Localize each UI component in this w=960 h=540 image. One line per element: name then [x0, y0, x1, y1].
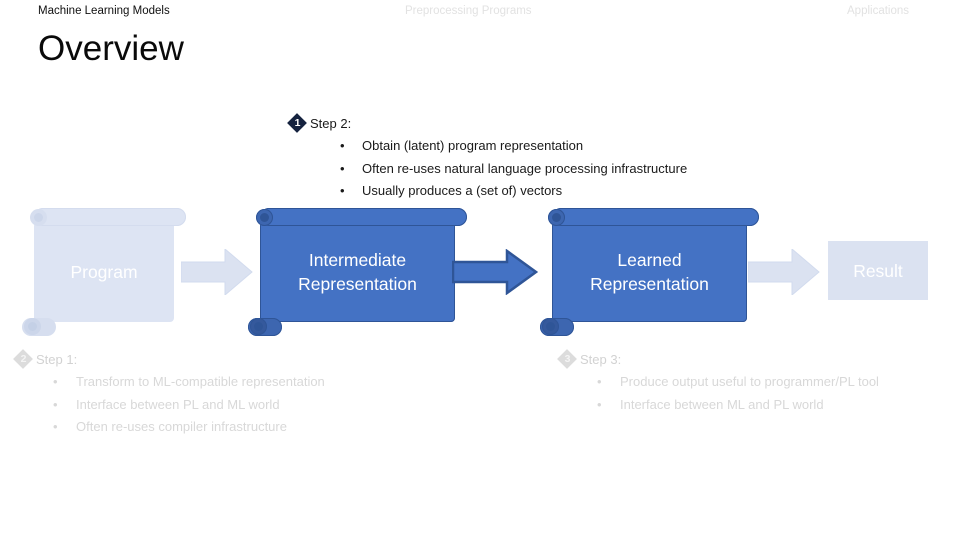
list-item: • Interface between ML and PL world — [580, 394, 879, 417]
scroll-bottom-curl — [24, 318, 41, 335]
pipeline-node-program[interactable]: Program — [22, 208, 186, 336]
scroll-top-curl-inner — [552, 213, 561, 222]
scroll-body — [260, 222, 455, 322]
scroll-top-curl — [548, 209, 565, 226]
list-item: • Often re-uses compiler infrastructure — [36, 416, 325, 439]
scroll-top-curl-inner — [34, 213, 43, 222]
step-1-bullet-text: Interface between PL and ML world — [76, 396, 280, 412]
bullet-icon: • — [597, 374, 602, 389]
pipeline-arrow-2-icon — [452, 249, 538, 295]
bullet-icon: • — [53, 419, 58, 434]
list-item: • Produce output useful to programmer/PL… — [580, 371, 879, 394]
step-3-callout: 3 Step 3: • Produce output useful to pro… — [557, 349, 879, 416]
scroll-bottom-curl-inner — [546, 322, 555, 331]
step-3-badge: 3 — [557, 349, 577, 369]
step-1-title: Step 1: — [36, 352, 78, 367]
step-3-bullet-text: Interface between ML and PL world — [620, 396, 824, 412]
pipeline-diagram: Program Intermediate Representation Lear… — [0, 0, 960, 540]
step-3-bullet-list: • Produce output useful to programmer/PL… — [580, 371, 879, 416]
scroll-top-roll — [34, 208, 186, 226]
step-1-bullet-text: Often re-uses compiler infrastructure — [76, 419, 287, 434]
pipeline-node-result-label: Result — [853, 260, 903, 281]
step-3-badge-number: 3 — [564, 353, 571, 365]
list-item: • Interface between PL and ML world — [36, 394, 325, 417]
step-3-title: Step 3: — [580, 352, 622, 367]
step-1-bullet-text: Transform to ML-compatible representatio… — [76, 374, 325, 389]
pipeline-node-intermediate-representation[interactable]: Intermediate Representation — [248, 208, 467, 336]
step-1-badge: 2 — [13, 349, 33, 369]
pipeline-node-learned-representation[interactable]: Learned Representation — [540, 208, 759, 336]
step-3-bullet-text: Produce output useful to programmer/PL t… — [620, 374, 879, 389]
pipeline-arrow-3-icon — [748, 249, 820, 295]
scroll-top-roll — [552, 208, 759, 226]
step-3-heading: 3 Step 3: — [557, 349, 879, 369]
scroll-top-curl — [30, 209, 47, 226]
step-1-heading: 2 Step 1: — [13, 349, 325, 369]
scroll-body — [552, 222, 747, 322]
bullet-icon: • — [597, 396, 602, 412]
step-1-bullet-list: • Transform to ML-compatible representat… — [36, 371, 325, 439]
bullet-icon: • — [53, 396, 58, 412]
bullet-icon: • — [53, 374, 58, 389]
scroll-top-curl-inner — [260, 213, 269, 222]
step-1-badge-number: 2 — [20, 353, 27, 365]
scroll-body — [34, 222, 174, 322]
step-1-callout: 2 Step 1: • Transform to ML-compatible r… — [13, 349, 325, 439]
pipeline-node-result[interactable]: Result — [828, 241, 928, 300]
scroll-top-roll — [260, 208, 467, 226]
scroll-bottom-curl — [542, 318, 559, 335]
scroll-bottom-curl — [250, 318, 267, 335]
step-2-badge-number: 1 — [294, 117, 301, 129]
scroll-bottom-curl-inner — [254, 322, 263, 331]
pipeline-arrow-1-icon — [181, 249, 253, 295]
scroll-top-curl — [256, 209, 273, 226]
list-item: • Transform to ML-compatible representat… — [36, 371, 325, 394]
scroll-bottom-curl-inner — [28, 322, 37, 331]
